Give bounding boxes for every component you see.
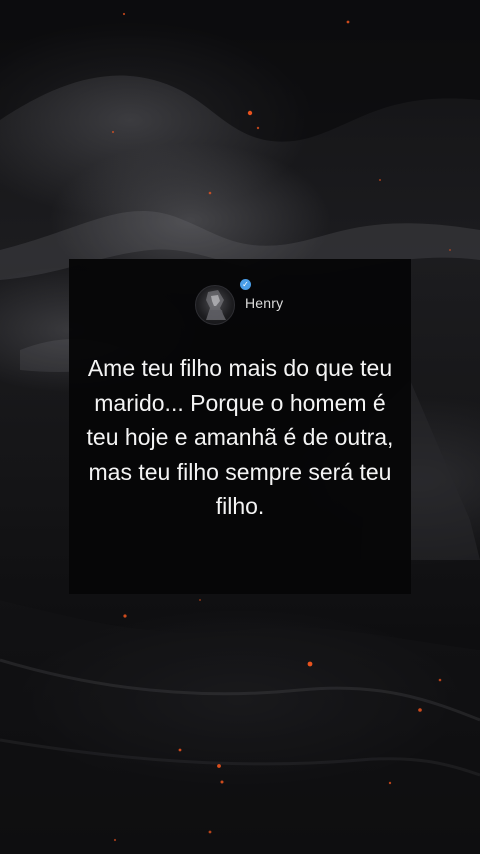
username[interactable]: Henry [245,295,283,311]
post-author[interactable]: ✓ Henry [195,279,335,327]
avatar[interactable] [195,285,235,325]
quote-card: ✓ Henry Ame teu filho mais do que teu ma… [69,259,411,594]
story-background: ✓ Henry Ame teu filho mais do que teu ma… [0,0,480,854]
avatar-figure-icon [206,290,226,320]
verified-badge-icon: ✓ [240,279,251,290]
quote-text: Ame teu filho mais do que teu marido... … [86,355,394,519]
